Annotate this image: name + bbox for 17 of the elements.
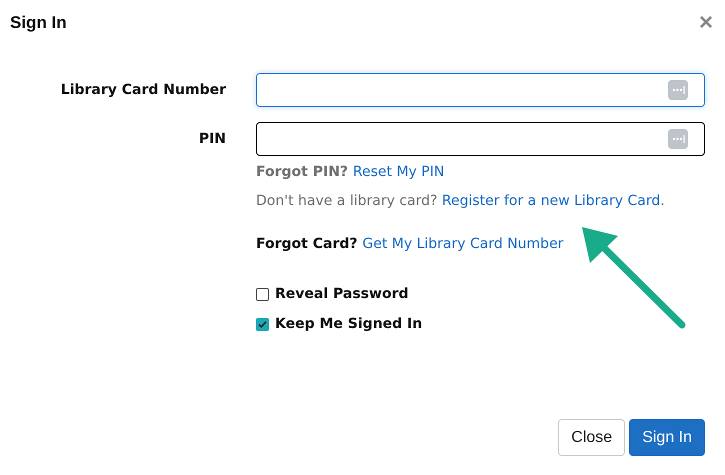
input-field[interactable] bbox=[256, 122, 705, 156]
help-link[interactable]: Get My Library Card Number bbox=[362, 236, 564, 252]
help-link[interactable]: Register for a new Library Card bbox=[442, 193, 660, 209]
sign-in-button[interactable]: Sign In bbox=[629, 419, 705, 456]
close-button[interactable]: Close bbox=[558, 419, 626, 456]
help-text: Forgot PIN? Reset My PIN bbox=[256, 164, 446, 180]
checkbox-label: Reveal Password bbox=[275, 286, 408, 302]
field-label: Library Card Number bbox=[60, 82, 226, 98]
checkbox[interactable] bbox=[256, 318, 269, 330]
field-label: PIN bbox=[198, 131, 226, 147]
help-link[interactable]: Reset My PIN bbox=[352, 164, 444, 180]
input-field[interactable] bbox=[256, 73, 705, 107]
help-text: Forgot Card? Get My Library Card Number bbox=[256, 236, 564, 252]
checkbox[interactable] bbox=[256, 288, 269, 300]
help-text: Don't have a library card? Register for a new Library Card. bbox=[256, 193, 666, 209]
dialog-title: Sign In bbox=[10, 13, 67, 33]
checkbox-label: Keep Me Signed In bbox=[275, 316, 422, 332]
